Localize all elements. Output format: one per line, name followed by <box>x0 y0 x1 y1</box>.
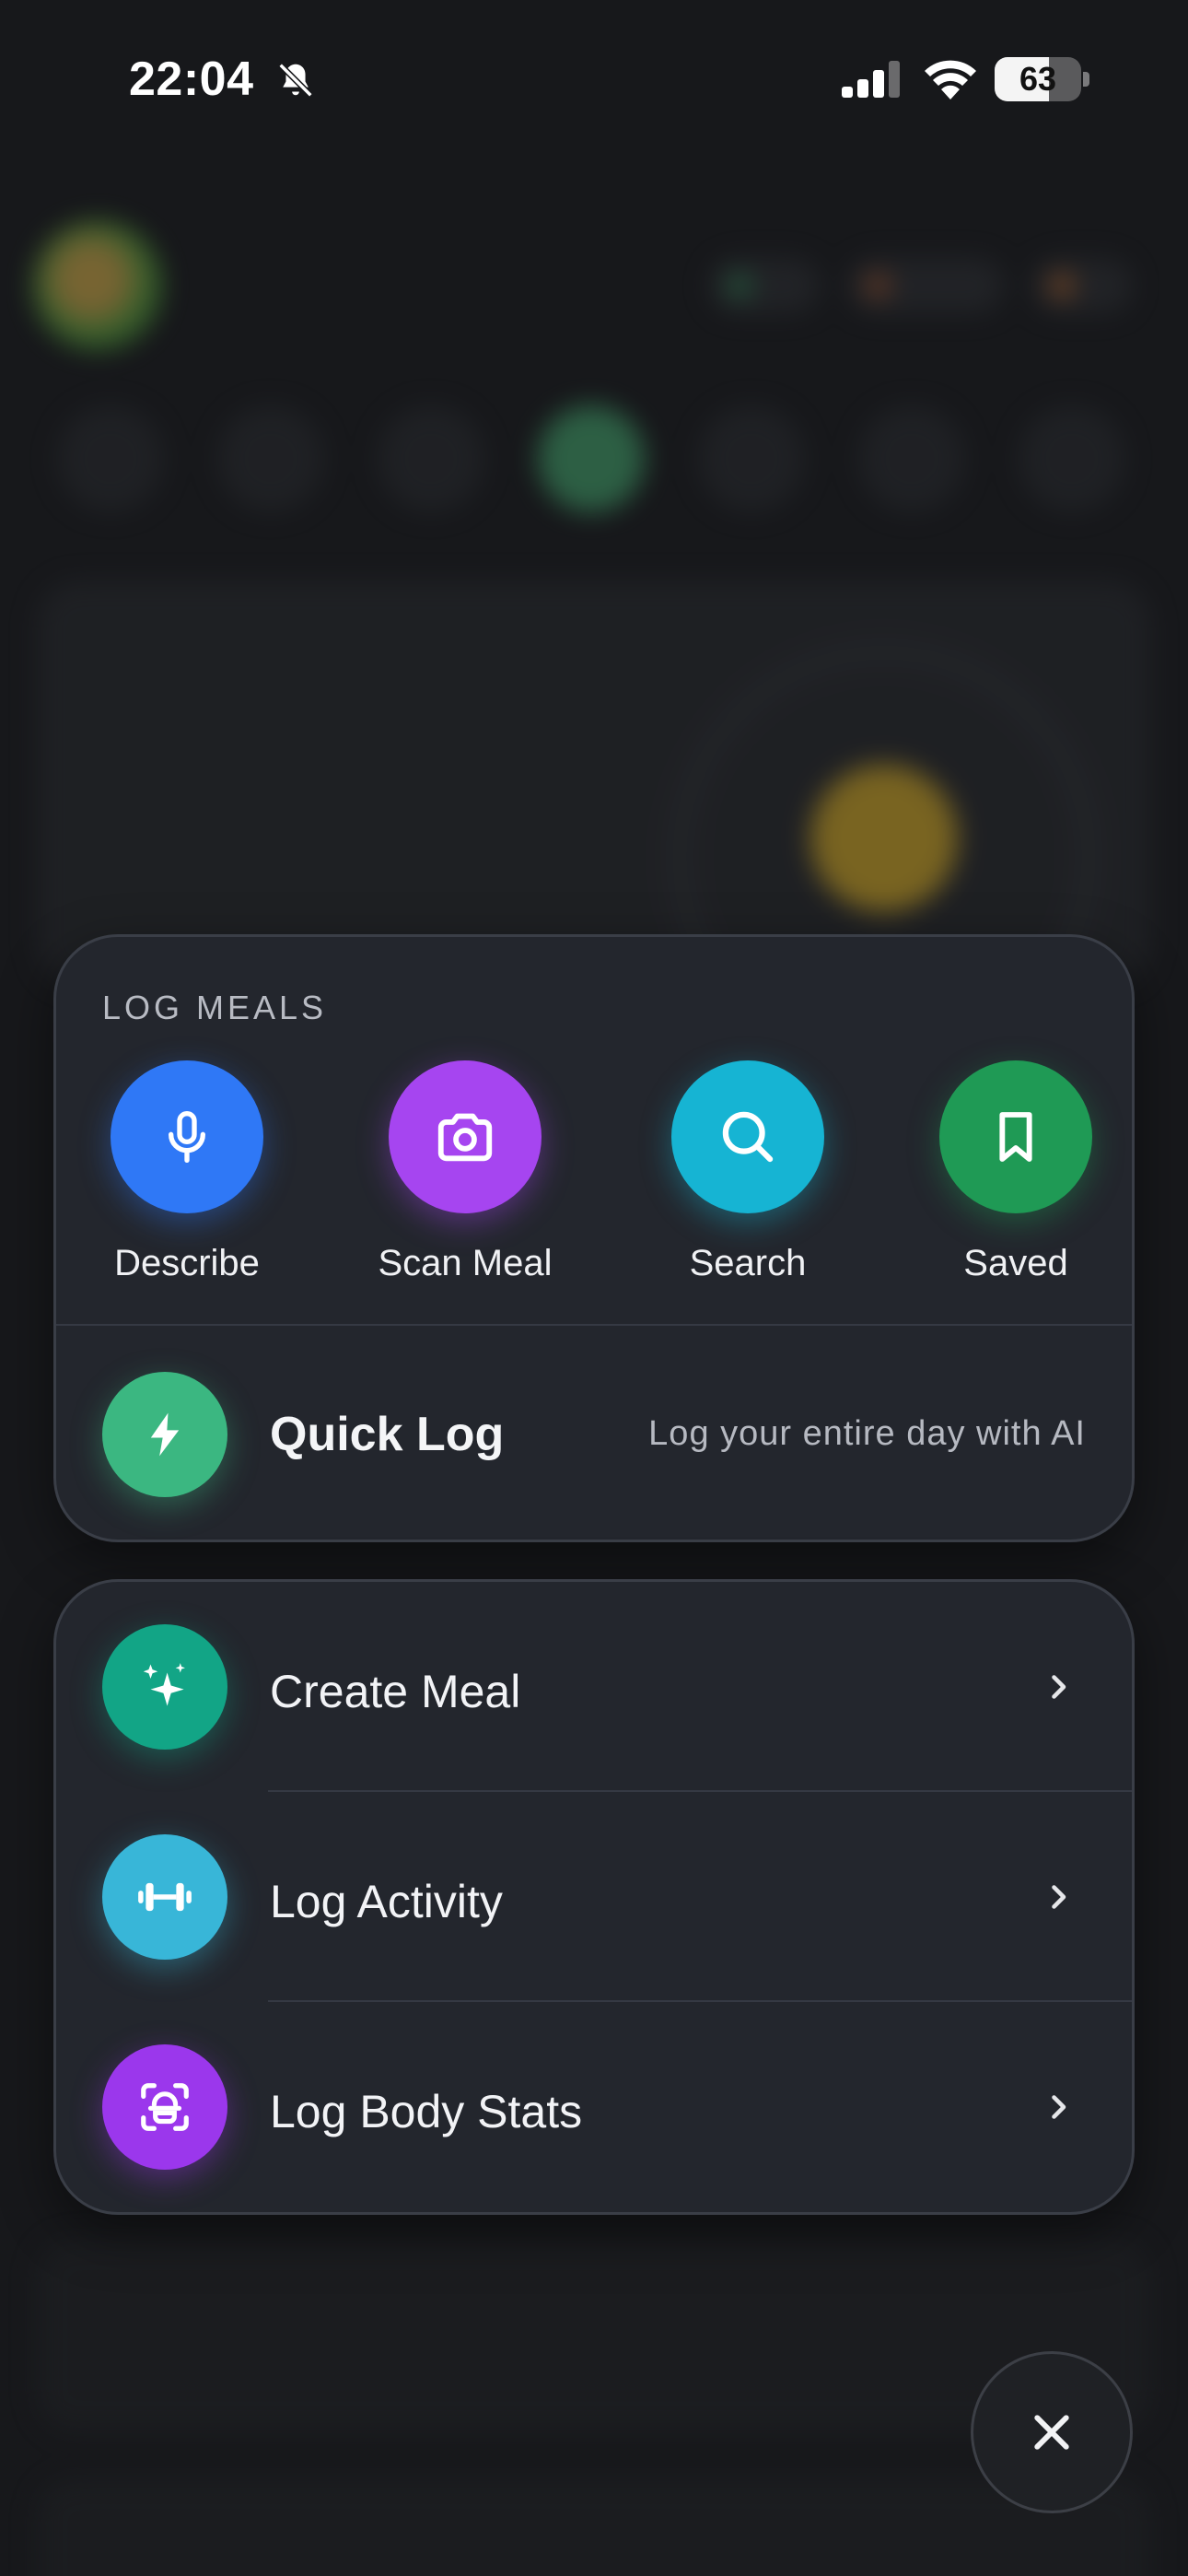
bell-slash-icon <box>278 63 313 98</box>
chevron-right-icon <box>1052 2095 1066 2119</box>
log-body-stats-row[interactable]: Log Body Stats <box>56 2002 1132 2212</box>
scan-meal-label: Scan Meal <box>378 1243 553 1283</box>
bg-stat-dot <box>866 274 890 298</box>
bg-day-circle <box>378 405 484 512</box>
bg-day-circle-active <box>538 405 645 512</box>
bg-title-placeholder <box>204 262 256 315</box>
create-meal-circle <box>102 1624 227 1750</box>
bg-avatar <box>33 221 162 350</box>
bg-stat-dot <box>1050 274 1074 298</box>
dumbbell-icon <box>138 1882 192 1912</box>
close-icon <box>1034 2415 1069 2450</box>
sparkles-icon <box>143 1663 185 1706</box>
quick-log-subtitle: Log your entire day with AI <box>648 1414 1086 1453</box>
saved-circle[interactable] <box>939 1060 1092 1213</box>
microphone-icon <box>169 1111 205 1163</box>
log-body-stats-label: Log Body Stats <box>270 2086 583 2137</box>
log-meals-title: LOG MEALS <box>102 989 328 1026</box>
bg-stat-pill <box>1031 258 1133 313</box>
bg-stat-pill <box>709 258 820 313</box>
body-scan-icon <box>141 2083 189 2131</box>
log-activity-row[interactable]: Log Activity <box>56 1792 1132 2002</box>
status-time: 22:04 <box>129 53 254 106</box>
scan-meal-button[interactable]: Scan Meal <box>364 1060 566 1284</box>
log-activity-circle <box>102 1834 227 1960</box>
bg-day-circle <box>1019 405 1125 512</box>
bg-stat-dot <box>728 274 751 298</box>
wifi-icon <box>925 60 976 100</box>
bg-mascot <box>810 765 958 912</box>
saved-label: Saved <box>963 1243 1068 1283</box>
search-button[interactable]: Search <box>646 1060 849 1284</box>
describe-circle[interactable] <box>111 1060 263 1213</box>
create-meal-row[interactable]: Create Meal <box>56 1582 1132 1792</box>
close-button[interactable] <box>971 2351 1133 2513</box>
lightning-icon <box>150 1412 180 1457</box>
battery-level: 63 <box>1019 60 1057 98</box>
quick-log-label: Quick Log <box>270 1408 505 1461</box>
bg-day-circle <box>217 405 324 512</box>
search-label: Search <box>689 1243 807 1283</box>
create-meal-label: Create Meal <box>270 1666 521 1717</box>
bg-day-circle <box>698 405 805 512</box>
search-icon <box>722 1111 774 1163</box>
chevron-right-icon <box>1052 1675 1066 1699</box>
actions-panel: Create Meal Log Activity Log Body Stats <box>53 1579 1135 2215</box>
bg-list-row <box>37 2478 1151 2576</box>
quick-log-circle <box>102 1372 227 1497</box>
saved-button[interactable]: Saved <box>914 1060 1117 1284</box>
scan-meal-circle[interactable] <box>389 1060 542 1213</box>
status-bar: 22:04 63 <box>0 0 1188 157</box>
log-body-stats-circle <box>102 2044 227 2170</box>
log-meals-panel: LOG MEALS Describe Scan Meal Search Save… <box>53 934 1135 1542</box>
quick-log-row[interactable]: Quick Log Log your entire day with AI <box>56 1324 1132 1540</box>
log-activity-label: Log Activity <box>270 1876 503 1927</box>
bg-day-circle <box>858 405 965 512</box>
bookmark-icon <box>999 1112 1032 1162</box>
search-circle[interactable] <box>671 1060 824 1213</box>
bg-day-circle <box>57 405 164 512</box>
battery-icon: 63 <box>995 57 1090 101</box>
cellular-signal-icon <box>842 61 900 98</box>
describe-label: Describe <box>114 1243 260 1283</box>
chevron-right-icon <box>1052 1885 1066 1909</box>
describe-button[interactable]: Describe <box>86 1060 288 1284</box>
camera-icon <box>437 1113 493 1162</box>
